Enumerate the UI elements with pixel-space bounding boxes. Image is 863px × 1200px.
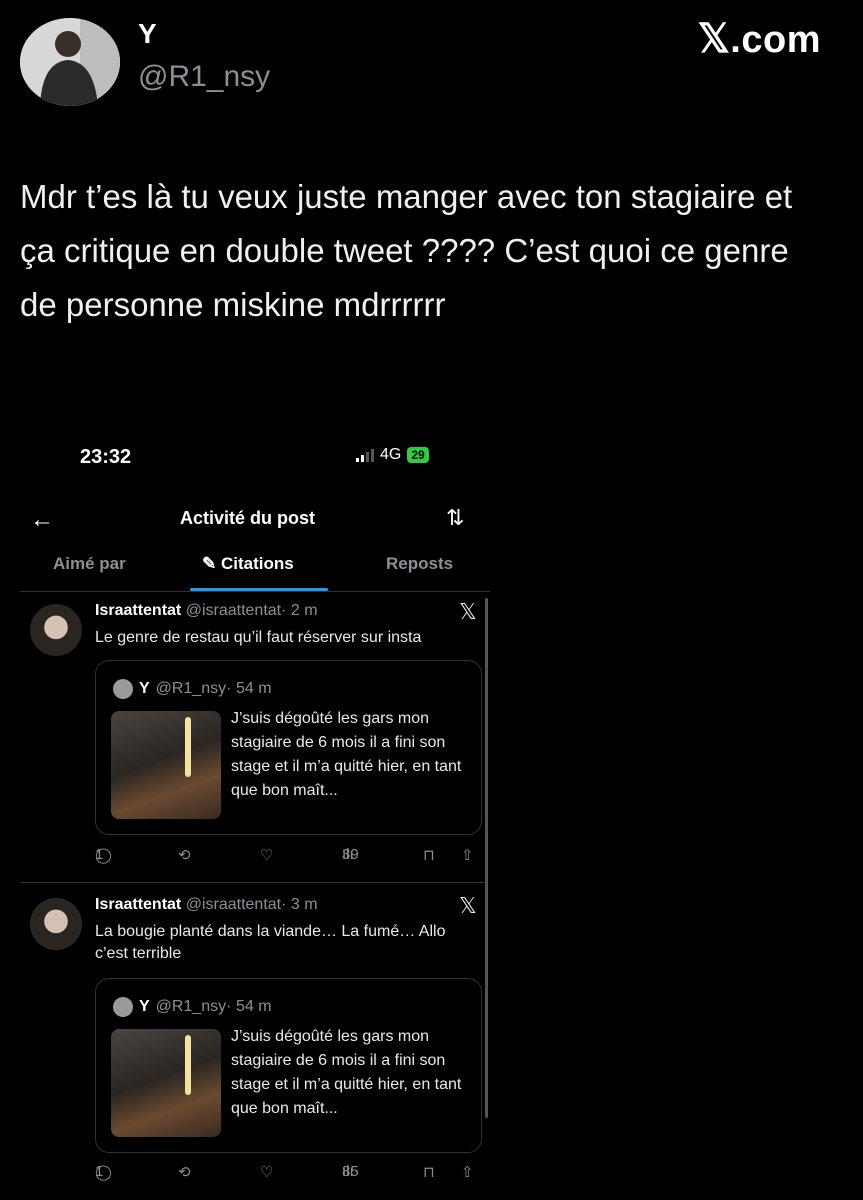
post-avatar[interactable] — [30, 898, 82, 950]
post-author-handle[interactable]: @israattentat — [186, 602, 281, 619]
author-handle[interactable]: @R1_nsy — [138, 60, 270, 94]
quoted-post[interactable]: Y @R1_nsy· 54 m J’suis dégoûté les gars … — [95, 978, 482, 1153]
brand-suffix: .com — [730, 19, 821, 61]
tweet-text: Mdr t’es là tu veux juste manger avec to… — [20, 178, 793, 323]
post-header: Israattentat @israattentat· 3 m — [95, 896, 318, 914]
post-actions: ◯ 1 ⟲ ♡ ılı 39 ⊓ ⇧ — [0, 846, 500, 868]
back-arrow-icon[interactable]: ← — [30, 506, 54, 534]
bookmark-icon[interactable]: ⊓ — [423, 1163, 435, 1181]
avatar — [113, 679, 133, 699]
quote-image[interactable] — [111, 1029, 221, 1137]
quote-image[interactable] — [111, 711, 221, 819]
post-text: La bougie planté dans la viande… La fumé… — [95, 923, 446, 962]
reply-count: 1 — [95, 846, 104, 863]
quote-author-handle: @R1_nsy· 54 m — [155, 998, 272, 1015]
battery-icon: 29 — [407, 447, 429, 463]
tab-citations[interactable]: ✎ Citations — [202, 554, 294, 574]
like-icon[interactable]: ♡ — [260, 846, 273, 864]
quote-author-name: Y — [139, 998, 150, 1015]
avatar — [113, 997, 133, 1017]
quote-author-name: Y — [139, 680, 150, 697]
post-author-name[interactable]: Israattentat — [95, 602, 181, 619]
post-author-name[interactable]: Israattentat — [95, 896, 181, 913]
network-label: 4G — [380, 446, 402, 463]
post-time: · 2 m — [281, 602, 318, 619]
post-time: · 3 m — [281, 896, 318, 913]
page-title: Activité du post — [180, 508, 316, 528]
quote-header: Y @R1_nsy· 54 m — [113, 997, 272, 1017]
pencil-icon: ✎ — [202, 554, 217, 573]
tab-liked-by[interactable]: Aimé par — [53, 554, 126, 574]
bookmark-icon[interactable]: ⊓ — [423, 846, 435, 864]
quote-author-handle: @R1_nsy· 54 m — [155, 680, 272, 697]
repost-icon[interactable]: ⟲ — [178, 846, 191, 864]
share-icon[interactable]: ⇧ — [461, 1163, 474, 1181]
repost-icon[interactable]: ⟲ — [178, 1163, 191, 1181]
quote-header: Y @R1_nsy· 54 m — [113, 679, 272, 699]
post-actions: ◯ 1 ⟲ ♡ ılı 85 ⊓ ⇧ — [0, 1163, 500, 1185]
post-divider — [20, 882, 485, 883]
author-avatar[interactable] — [20, 18, 120, 106]
status-time: 23:32 — [80, 446, 132, 468]
post-author-handle[interactable]: @israattentat — [186, 896, 281, 913]
brand-logo: 𝕏.com — [698, 16, 821, 62]
post-header: Israattentat @israattentat· 2 m — [95, 602, 318, 620]
tab-reposts[interactable]: Reposts — [386, 554, 453, 574]
sort-icon[interactable]: ⇅ — [446, 505, 464, 531]
quote-text: J’suis dégoûté les gars mon stagiaire de… — [231, 1028, 462, 1117]
views-count: 39 — [342, 846, 359, 863]
x-logo-icon: 𝕏 — [459, 599, 477, 624]
quoted-post[interactable]: Y @R1_nsy· 54 m J’suis dégoûté les gars … — [95, 660, 482, 835]
reply-count: 1 — [95, 1163, 104, 1180]
like-icon[interactable]: ♡ — [260, 1163, 273, 1181]
x-logo-icon: 𝕏 — [459, 893, 477, 918]
tab-citations-label: Citations — [220, 554, 294, 573]
signal-icon — [356, 448, 374, 462]
x-logo-icon: 𝕏 — [697, 17, 731, 61]
share-icon[interactable]: ⇧ — [461, 846, 474, 864]
post-avatar[interactable] — [30, 604, 82, 656]
post-text: Le genre de restau qu’il faut réserver s… — [95, 629, 422, 646]
author-name[interactable]: Y — [138, 18, 157, 50]
status-indicators: 4G 29 — [356, 446, 429, 464]
quote-text: J’suis dégoûté les gars mon stagiaire de… — [231, 710, 462, 799]
tabs-divider — [20, 591, 490, 592]
views-count: 85 — [342, 1163, 359, 1180]
